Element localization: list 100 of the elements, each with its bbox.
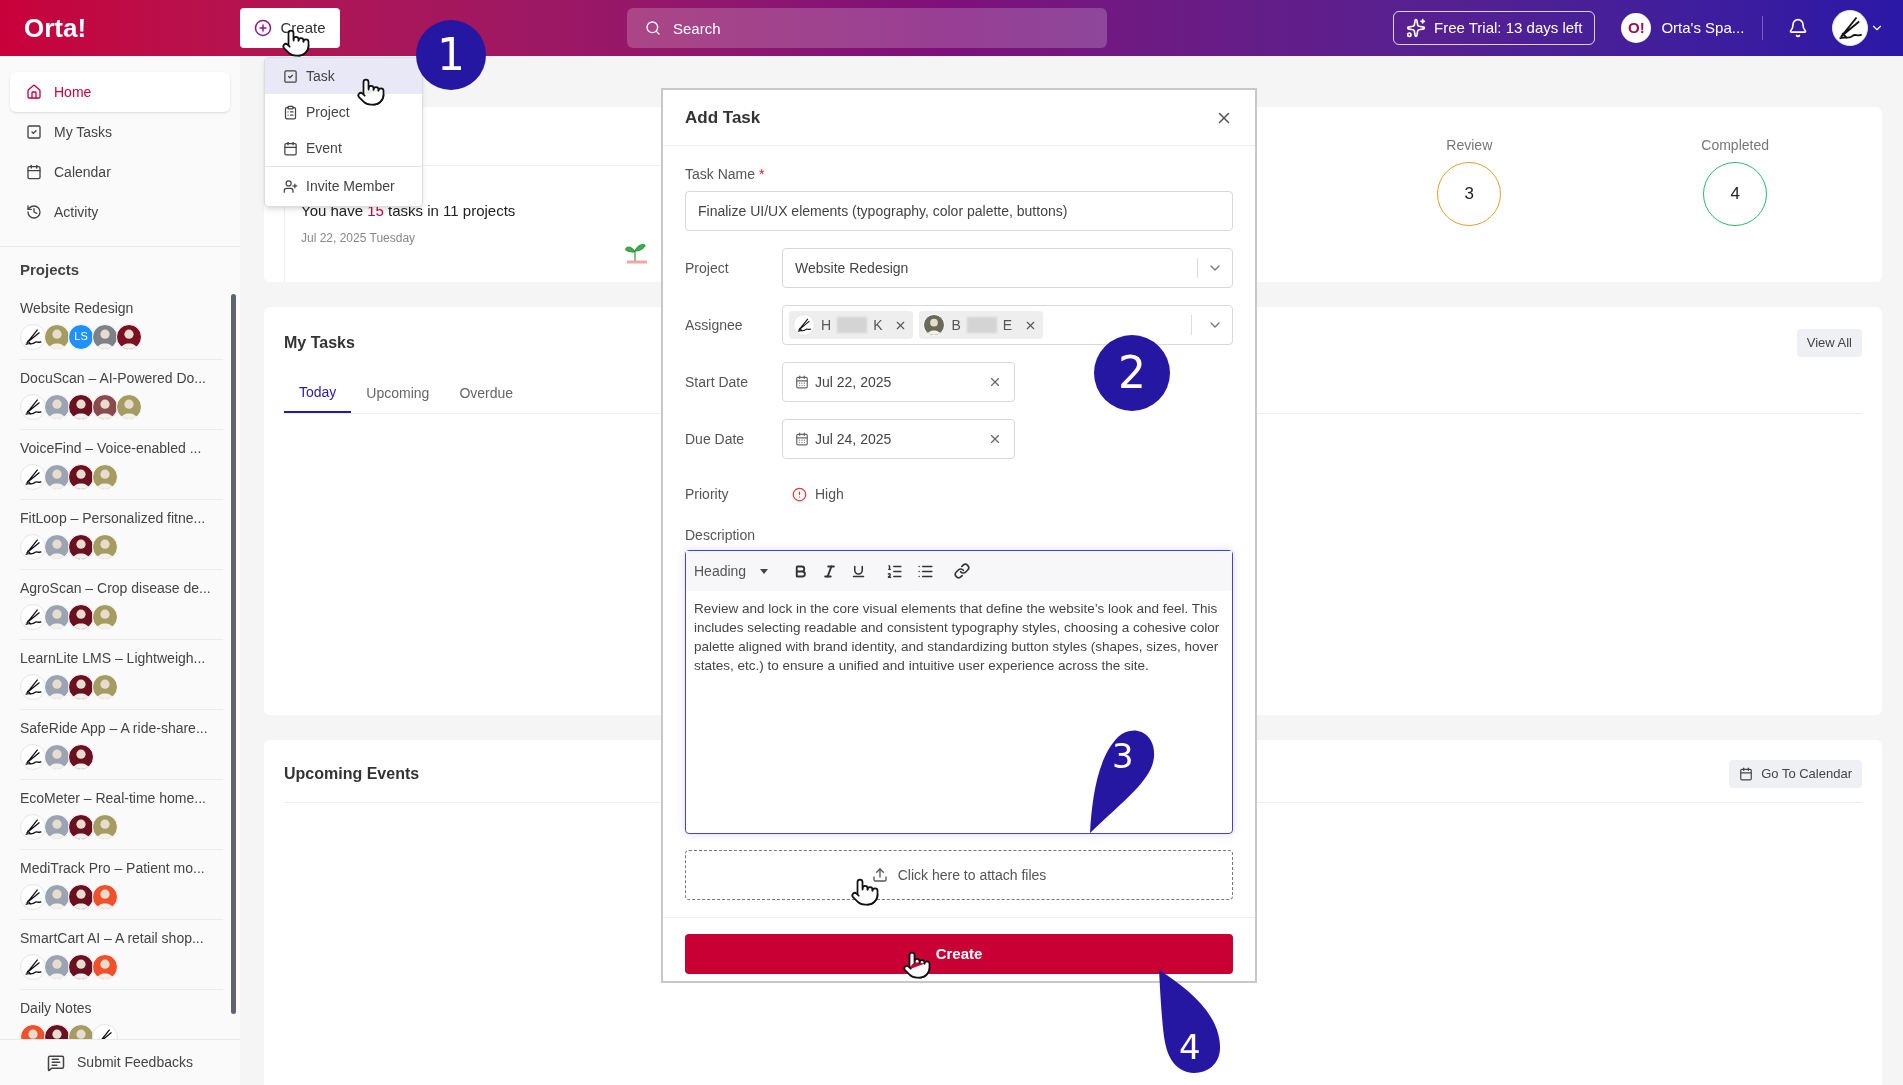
nav-item[interactable]: Activity — [10, 192, 230, 232]
italic-icon[interactable] — [822, 563, 837, 579]
card-title: Upcoming Events — [284, 764, 420, 784]
signature-avatar — [20, 953, 46, 980]
project-name[interactable]: AgroScan – Crop disease de... — [20, 577, 223, 599]
project-name[interactable]: LearnLite LMS – Lightweigh... — [20, 647, 223, 669]
hand-cursor-icon — [902, 950, 932, 980]
date-field[interactable]: Jul 22, 2025 — [782, 362, 1015, 402]
signature-avatar — [20, 813, 46, 840]
signature-avatar — [20, 323, 46, 350]
scrollbar[interactable] — [231, 293, 236, 1014]
project-name[interactable]: Website Redesign — [20, 297, 223, 319]
field-label: Assignee — [685, 315, 744, 335]
section-heading: Projects — [19, 260, 81, 280]
project-name[interactable]: Daily Notes — [20, 997, 223, 1019]
field-label: Project — [685, 258, 730, 278]
home-icon — [26, 84, 42, 100]
sparkle-icon — [1406, 18, 1426, 38]
tasks-icon — [26, 124, 42, 140]
field-label: Priority — [685, 484, 730, 504]
blurred-text — [837, 317, 868, 333]
activity-icon — [26, 204, 42, 220]
calendar-icon — [795, 375, 809, 389]
workspace-name[interactable]: Orta's Spa... — [1661, 16, 1745, 40]
create-task-button[interactable]: Create — [685, 934, 1233, 974]
nav-item[interactable]: My Tasks — [10, 112, 230, 152]
signature-avatar — [20, 603, 46, 630]
signature-avatar — [793, 314, 815, 336]
bold-icon[interactable] — [793, 563, 808, 579]
task-icon — [283, 68, 298, 84]
link-icon[interactable] — [954, 563, 970, 579]
dialog-title: Add Task — [685, 106, 761, 129]
nav-item[interactable]: Home — [10, 72, 230, 112]
calendar-icon — [26, 164, 42, 180]
task-name-field[interactable]: Finalize UI/UX elements (typography, color palette, buttons) — [685, 191, 1233, 231]
free-trial-button[interactable]: Free Trial: 13 days left — [1393, 11, 1596, 45]
underline-icon[interactable] — [851, 563, 866, 579]
step-marker: 4 — [1157, 968, 1221, 1074]
signature-avatar — [20, 883, 46, 910]
menu-item[interactable]: Invite Member — [265, 166, 422, 206]
message-icon — [47, 1053, 65, 1072]
tab[interactable]: Overdue — [444, 373, 529, 413]
blurred-text — [966, 317, 997, 333]
calendar-icon — [795, 432, 809, 446]
project-select[interactable]: Website Redesign — [782, 248, 1233, 288]
search-icon — [645, 20, 661, 36]
assignee-chip[interactable]: H K — [789, 311, 914, 339]
field-label: Due Date — [685, 429, 746, 449]
project-name[interactable]: SafeRide App – A ride-share... — [20, 717, 223, 739]
signature-avatar — [20, 463, 46, 490]
stat-label: Completed — [1701, 136, 1769, 155]
summary-date: Jul 22, 2025 Tuesday — [301, 229, 417, 247]
date-field[interactable]: Jul 24, 2025 — [782, 419, 1015, 459]
tab[interactable]: Today — [284, 373, 352, 413]
project-icon — [283, 104, 298, 120]
tab[interactable]: Upcoming — [351, 373, 445, 413]
stat-label: Review — [1446, 136, 1493, 155]
signature-avatar — [20, 673, 46, 700]
feedback-button[interactable]: Submit Feedbacks — [47, 1052, 193, 1073]
project-name[interactable]: EcoMeter – Real-time home... — [20, 787, 223, 809]
card-title: My Tasks — [284, 333, 355, 353]
menu-item[interactable]: Task — [265, 58, 422, 94]
plus-icon — [254, 19, 273, 37]
heading-select[interactable]: Heading — [694, 560, 779, 582]
menu-item[interactable]: Project — [265, 94, 422, 130]
hand-cursor-icon — [356, 77, 386, 107]
calendar-icon — [1739, 767, 1754, 781]
field-label: Start Date — [685, 372, 750, 392]
clear-icon[interactable] — [988, 375, 1002, 389]
notification-bell-icon[interactable] — [1788, 18, 1809, 38]
priority-value[interactable]: High — [815, 483, 844, 505]
view-all-button[interactable]: View All — [1796, 329, 1862, 357]
go-to-calendar-button[interactable]: Go To Calendar — [1729, 760, 1862, 788]
invite-icon — [283, 179, 298, 194]
clear-icon[interactable] — [988, 432, 1002, 446]
project-name[interactable]: SmartCart AI – A retail shop... — [20, 927, 223, 949]
hand-cursor-icon — [850, 877, 880, 907]
project-name[interactable]: MediTrack Pro – Patient mo... — [20, 857, 223, 879]
event-icon — [283, 140, 298, 156]
project-name[interactable]: FitLoop – Personalized fitne... — [20, 507, 223, 529]
initials-avatar: LS — [68, 323, 94, 350]
description-editor[interactable] — [685, 550, 1233, 834]
numbered-list-icon[interactable] — [886, 562, 903, 580]
logo: Orta! — [24, 11, 88, 45]
project-name[interactable]: DocuScan – AI-Powered Do... — [20, 367, 223, 389]
assignee-select[interactable]: H K B E — [782, 305, 1233, 345]
menu-item[interactable]: Event — [265, 130, 422, 166]
nav-item[interactable]: Calendar — [10, 152, 230, 192]
signature-avatar — [20, 393, 46, 420]
project-name[interactable]: VoiceFind – Voice-enabled ... — [20, 437, 223, 459]
signature-avatar — [1832, 10, 1869, 46]
upload-icon — [871, 867, 888, 883]
field-label: Description — [685, 526, 757, 545]
workspace-badge: O! — [1621, 13, 1652, 43]
signature-avatar — [20, 533, 46, 560]
description-text: Review and lock in the core visual elements that define the website’s look and feel. This includes selecting readable and consistent typography styles, choosing a cohesive color palette aligned with brand identity, and standardizing button styles (shapes, sizes, hover states, etc.) to ensure a unified and intuitive user experience across the site. — [693, 600, 1221, 675]
assignee-chip[interactable]: B E — [919, 311, 1044, 339]
create-button[interactable]: Create — [240, 8, 340, 48]
alert-icon — [792, 486, 807, 502]
field-label: Task Name * — [685, 165, 766, 184]
